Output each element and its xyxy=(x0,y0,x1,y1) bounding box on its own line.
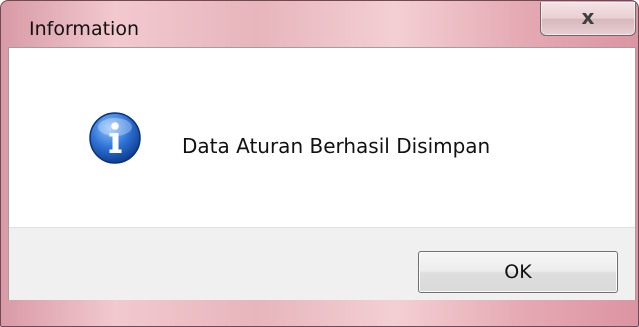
close-button[interactable]: x xyxy=(540,2,636,36)
ok-button[interactable]: OK xyxy=(418,251,618,293)
button-bar: OK xyxy=(9,227,635,300)
information-dialog: Information x Data Aturan Berhasil Disim… xyxy=(0,0,639,327)
dialog-body: Data Aturan Berhasil Disimpan OK xyxy=(8,47,636,300)
dialog-title: Information xyxy=(29,18,139,40)
close-icon: x xyxy=(581,5,595,29)
message-area: Data Aturan Berhasil Disimpan xyxy=(9,48,635,227)
information-icon xyxy=(89,112,141,164)
title-bar[interactable]: Information x xyxy=(1,1,638,41)
dialog-message: Data Aturan Berhasil Disimpan xyxy=(182,134,491,158)
